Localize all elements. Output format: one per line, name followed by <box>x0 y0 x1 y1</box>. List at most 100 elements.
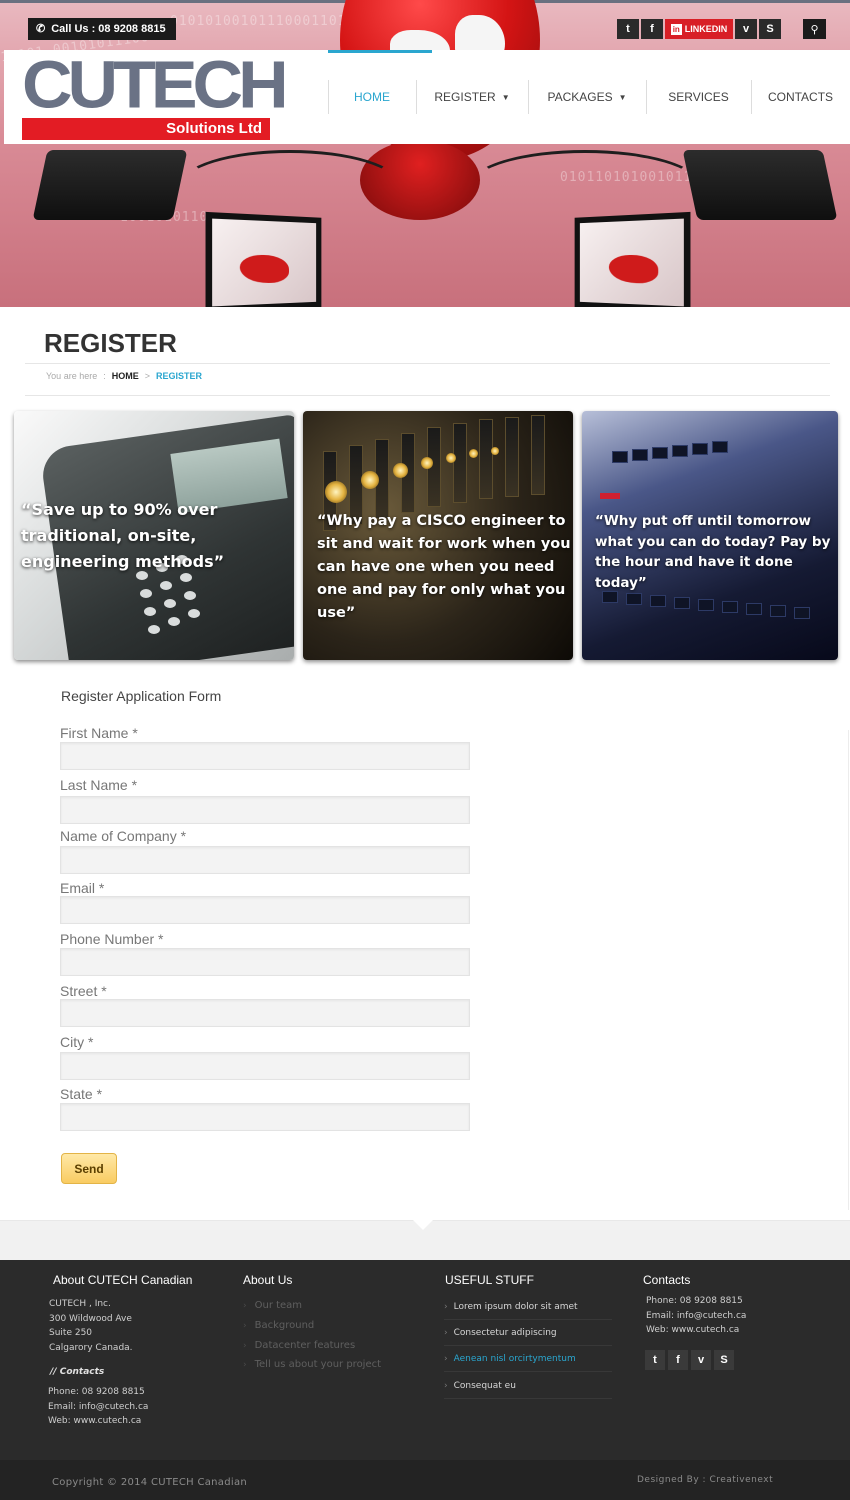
logo-wordmark: CUTECH <box>22 47 289 122</box>
chevron-right-icon: › <box>243 1300 247 1311</box>
vimeo-icon[interactable]: v <box>735 19 757 39</box>
laptop-screen-right <box>574 211 691 307</box>
first-name-label: First Name * <box>60 725 138 741</box>
chevron-right-icon: › <box>243 1320 247 1331</box>
designed-by-text[interactable]: Designed By : Creativenext <box>637 1475 773 1485</box>
social-links-top: t f in LINKEDIN v S <box>617 19 781 39</box>
footer-about-company-heading: About CUTECH Canadian <box>53 1273 193 1287</box>
footer-link-datacenter[interactable]: › Datacenter features <box>243 1340 355 1351</box>
footer-useful-heading: USEFUL STUFF <box>445 1273 534 1287</box>
breadcrumb-current: REGISTER <box>156 371 203 381</box>
linkedin-label: LINKEDIN <box>684 24 728 34</box>
useful-link[interactable]: › Lorem ipsum dolor sit amet <box>444 1294 612 1320</box>
nav-packages[interactable]: PACKAGES ▼ <box>528 50 646 144</box>
send-button[interactable]: Send <box>61 1153 117 1184</box>
state-field[interactable] <box>60 1103 470 1131</box>
useful-link-active[interactable]: › Aenean nisl orcirtymentum <box>444 1346 612 1372</box>
search-button[interactable]: ⚲ <box>803 19 826 39</box>
state-label: State * <box>60 1086 103 1102</box>
skype-icon[interactable]: S <box>759 19 781 39</box>
nav-contacts[interactable]: CONTACTS <box>751 50 850 144</box>
linkedin-button[interactable]: in LINKEDIN <box>665 19 733 39</box>
footer-facebook-icon[interactable]: f <box>668 1350 688 1370</box>
call-us-badge[interactable]: ✆ Call Us : 08 9208 8815 <box>28 18 176 40</box>
form-title: Register Application Form <box>61 688 222 704</box>
address-line: CUTECH , Inc. <box>49 1299 111 1309</box>
useful-link[interactable]: › Consequat eu <box>444 1373 612 1399</box>
laptop-keyboard-left <box>32 150 188 220</box>
nav-home-label: HOME <box>354 90 390 104</box>
footer-vimeo-icon[interactable]: v <box>691 1350 711 1370</box>
nav-services-label: SERVICES <box>668 90 729 104</box>
footer-contacts-subheading: // Contacts <box>50 1367 105 1377</box>
phone-number-field[interactable] <box>60 948 470 976</box>
footer-skype-icon[interactable]: S <box>714 1350 734 1370</box>
page-title: REGISTER <box>44 328 177 358</box>
contact-line: Web: www.cutech.ca <box>646 1325 740 1335</box>
main-navbar: CUTECH Solutions Ltd HOME REGISTER ▼ PAC… <box>4 50 850 144</box>
chevron-right-icon: › <box>444 1327 448 1338</box>
address-line: Suite 250 <box>49 1328 93 1338</box>
street-label: Street * <box>60 983 107 999</box>
chevron-right-icon: › <box>444 1380 448 1391</box>
breadcrumb: You are here : HOME > REGISTER <box>46 371 202 381</box>
promo-quote: “Why put off until tomorrow what you can… <box>595 513 831 591</box>
footer-address: CUTECH , Inc. 300 Wildwood Ave Suite 250… <box>49 1297 133 1355</box>
phone-icon: ✆ <box>36 23 46 35</box>
divider <box>25 363 830 364</box>
linkedin-icon: in <box>670 23 682 35</box>
contact-line: Phone: 08 9208 8815 <box>48 1387 145 1397</box>
breadcrumb-home-link[interactable]: HOME <box>112 371 139 381</box>
cable <box>180 150 400 220</box>
facebook-icon[interactable]: f <box>641 19 663 39</box>
footer-notch <box>413 1220 433 1230</box>
chevron-right-icon: › <box>444 1353 448 1364</box>
copyright-text: Copyright © 2014 CUTECH Canadian <box>52 1477 248 1488</box>
nav-packages-label: PACKAGES <box>547 90 613 104</box>
company-name-label: Name of Company * <box>60 828 187 844</box>
address-line: Calgarory Canada. <box>49 1342 133 1353</box>
promo-quote: “Why pay a CISCO engineer to sit and wai… <box>317 513 571 621</box>
nav-services[interactable]: SERVICES <box>646 50 751 144</box>
email-field[interactable] <box>60 896 470 924</box>
company-name-field[interactable] <box>60 846 470 874</box>
contact-line: Web: www.cutech.ca <box>48 1416 142 1426</box>
city-field[interactable] <box>60 1052 470 1080</box>
divider <box>848 730 849 1210</box>
logo-subtitle: Solutions Ltd <box>22 118 270 140</box>
useful-link[interactable]: › Consectetur adipiscing <box>444 1320 612 1346</box>
twitter-icon[interactable]: t <box>617 19 639 39</box>
breadcrumb-arrow: > <box>144 371 150 381</box>
search-icon: ⚲ <box>810 22 819 36</box>
phone-number-label: Phone Number * <box>60 931 164 947</box>
breadcrumb-separator: : <box>103 371 106 381</box>
footer-link-our-team[interactable]: › Our team <box>243 1300 302 1311</box>
address-line: 300 Wildwood Ave <box>49 1313 132 1324</box>
footer-contacts: Phone: 08 9208 8815 Email: info@cutech.c… <box>646 1294 746 1338</box>
footer-twitter-icon[interactable]: t <box>645 1350 665 1370</box>
footer-company-contacts: Phone: 08 9208 8815 Email: info@cutech.c… <box>48 1385 148 1429</box>
city-label: City * <box>60 1034 94 1050</box>
primary-nav: HOME REGISTER ▼ PACKAGES ▼ SERVICES CONT… <box>328 50 850 144</box>
chevron-right-icon: › <box>243 1340 247 1351</box>
nav-home[interactable]: HOME <box>328 50 432 144</box>
promo-quote: “Save up to 90% over traditional, on-sit… <box>21 500 225 571</box>
divider <box>25 395 830 396</box>
promo-card-today: “Why put off until tomorrow what you can… <box>582 411 838 660</box>
street-field[interactable] <box>60 999 470 1027</box>
chevron-down-icon: ▼ <box>618 92 627 102</box>
footer-link-background[interactable]: › Background <box>243 1320 314 1331</box>
first-name-field[interactable] <box>60 742 470 770</box>
logo[interactable]: CUTECH Solutions Ltd <box>22 47 289 142</box>
breadcrumb-prefix: You are here <box>46 371 98 381</box>
contact-line: Email: info@cutech.ca <box>48 1401 149 1412</box>
chevron-down-icon: ▼ <box>501 92 510 102</box>
last-name-field[interactable] <box>60 796 470 824</box>
cable <box>470 150 700 220</box>
chevron-right-icon: › <box>444 1301 448 1312</box>
nav-register[interactable]: REGISTER ▼ <box>416 50 528 144</box>
red-key-accent <box>600 493 620 499</box>
nav-contacts-label: CONTACTS <box>767 90 834 104</box>
chevron-right-icon: › <box>243 1359 247 1370</box>
footer-link-project[interactable]: › Tell us about your project <box>243 1359 381 1370</box>
